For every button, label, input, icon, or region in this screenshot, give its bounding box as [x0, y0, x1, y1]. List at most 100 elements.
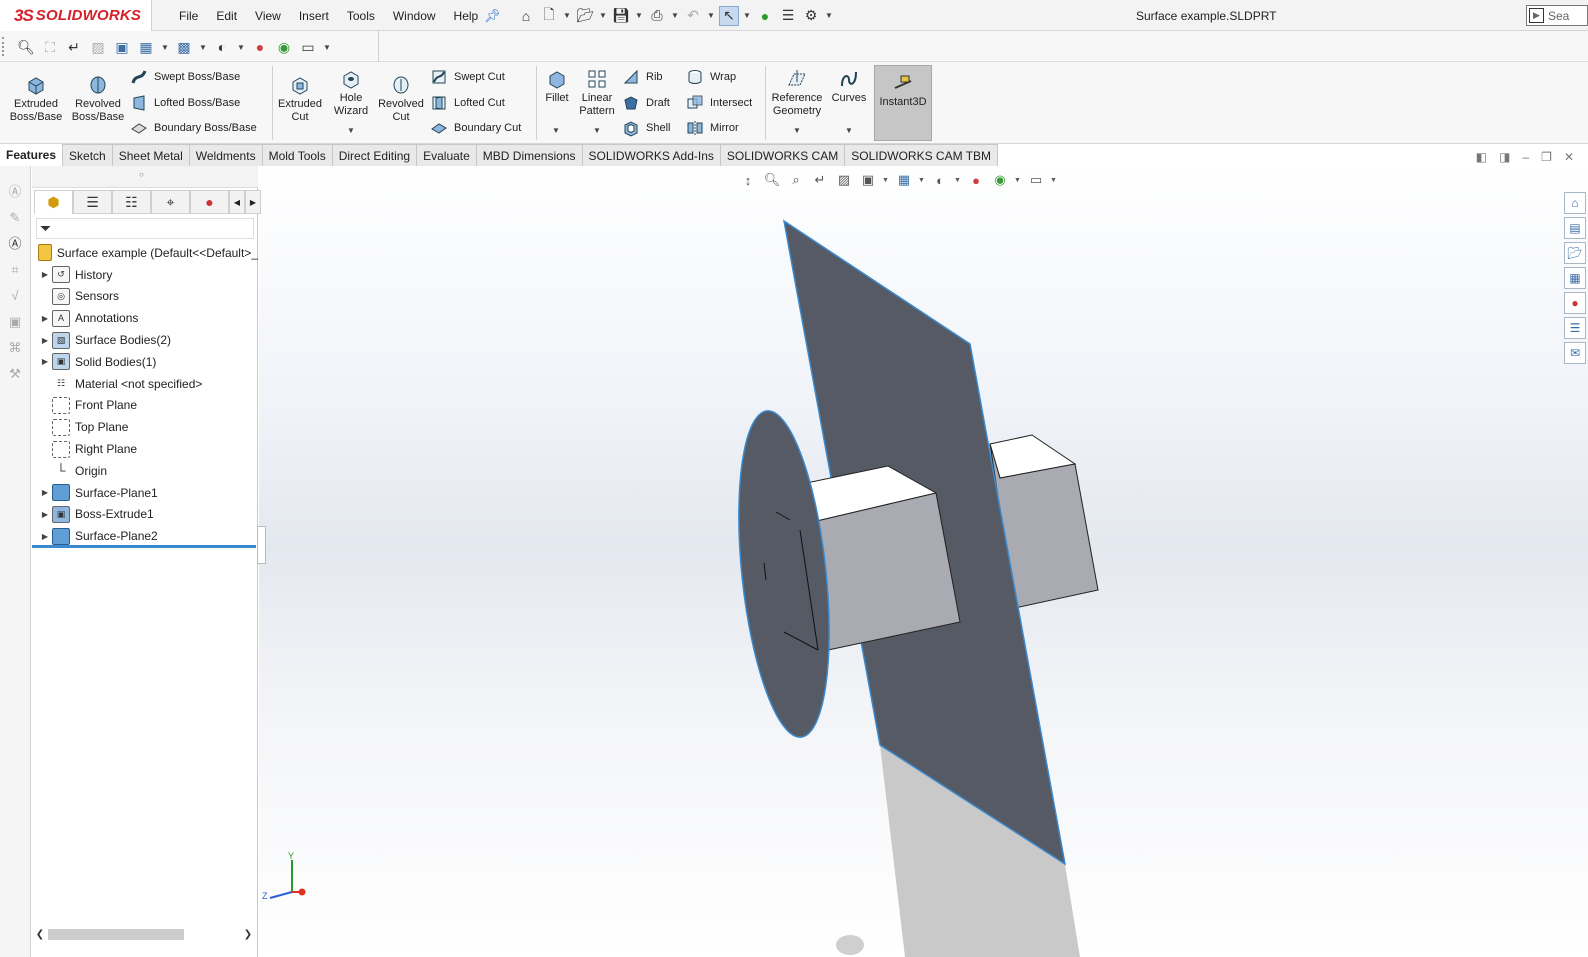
apply-scene-icon[interactable]: ◉	[274, 37, 294, 57]
lofted-cut-button[interactable]: Lofted Cut	[430, 92, 505, 114]
tab-scroll-right-icon[interactable]: ▶	[245, 190, 261, 214]
zoom-to-area-icon[interactable]: ⛶	[40, 37, 60, 57]
tree-item-surface-plane1[interactable]: ▶ Surface-Plane1	[32, 482, 258, 504]
file-properties-icon[interactable]: ☰	[778, 6, 798, 26]
reference-geometry-button[interactable]: Reference Geometry	[768, 68, 826, 118]
hide-show-arrow[interactable]: ▼	[236, 37, 246, 57]
expand-arrow-icon[interactable]: ▶	[38, 270, 52, 279]
feature-manager-tab-icon[interactable]: ⬢	[34, 190, 73, 214]
datum-icon[interactable]: ⌘	[5, 338, 25, 358]
3d-model-view[interactable]	[259, 166, 1588, 957]
extruded-cut-button[interactable]: Extruded Cut	[274, 74, 326, 124]
view-settings-icon[interactable]: ▭	[298, 37, 318, 57]
tab-solidworks-cam[interactable]: SOLIDWORKS CAM	[720, 144, 846, 166]
previous-view-icon[interactable]: ↵	[810, 170, 830, 190]
save-icon[interactable]: 💾︎	[611, 6, 631, 26]
hide-show-icon[interactable]: ◐	[212, 37, 232, 57]
swept-boss-base-button[interactable]: Swept Boss/Base	[130, 66, 240, 88]
pin-icon[interactable]: 📌︎	[484, 8, 501, 24]
expand-arrow-icon[interactable]: ▶	[38, 336, 52, 345]
dynamic-annotation-views-arrow[interactable]: ▼	[882, 177, 890, 184]
design-library-icon[interactable]: ▤	[1564, 217, 1586, 239]
expand-arrow-icon[interactable]: ▶	[38, 314, 52, 323]
menu-file[interactable]: File	[170, 9, 207, 23]
linear-pattern-dropdown-arrow[interactable]: ▼	[593, 126, 601, 135]
view-settings-arrow[interactable]: ▼	[1050, 177, 1058, 184]
reference-geometry-dropdown-arrow[interactable]: ▼	[793, 126, 801, 135]
zoom-to-fit-icon[interactable]: 🔍︎	[16, 37, 36, 57]
options-gear-icon[interactable]: ⚙	[801, 6, 821, 26]
menu-insert[interactable]: Insert	[290, 9, 338, 23]
view-orientation-icon[interactable]: ▦	[136, 37, 156, 57]
zoom-to-fit-icon[interactable]: ↕	[738, 170, 758, 190]
undo-dropdown-arrow[interactable]: ▼	[706, 6, 716, 26]
surface-finish-icon[interactable]: √	[5, 286, 25, 306]
tree-item-surface-plane2[interactable]: ▶ Surface-Plane2	[32, 525, 258, 547]
expand-arrow-icon[interactable]: ▶	[38, 510, 52, 519]
revolved-cut-button[interactable]: Revolved Cut	[376, 74, 426, 124]
rebuild-traffic-light-icon[interactable]: ●	[755, 6, 775, 26]
tree-item-front-plane[interactable]: Front Plane	[32, 395, 258, 417]
zoom-in-out-icon[interactable]: ⌕	[786, 170, 806, 190]
solidworks-logo[interactable]: 3S SOLIDWORKS	[0, 0, 152, 31]
tree-item-history[interactable]: ▶ ↺ History	[32, 264, 258, 286]
instant3d-button[interactable]: Instant3D	[874, 65, 932, 141]
dynamic-annotation-icon[interactable]: ▣	[112, 37, 132, 57]
horizontal-scrollbar[interactable]: ❮ ❯	[32, 926, 256, 942]
weld-symbol-icon[interactable]: ▣	[5, 312, 25, 332]
dimxpert-manager-tab-icon[interactable]: ⌖	[151, 190, 190, 214]
surface-plane1-face[interactable]	[725, 407, 843, 742]
panel-splitter-handle[interactable]	[257, 526, 266, 564]
draft-button[interactable]: Draft	[622, 92, 670, 114]
property-manager-tab-icon[interactable]: ☰	[73, 190, 112, 214]
rib-button[interactable]: Rib	[622, 66, 663, 88]
section-view-icon[interactable]: ▨	[834, 170, 854, 190]
scroll-left-icon[interactable]: ❮	[32, 929, 48, 940]
menu-window[interactable]: Window	[384, 9, 445, 23]
apply-scene-arrow[interactable]: ▼	[1014, 177, 1022, 184]
toolbar-grip[interactable]	[2, 37, 7, 56]
note-icon[interactable]: ✎	[5, 208, 25, 228]
tree-item-annotations[interactable]: ▶ A Annotations	[32, 307, 258, 329]
select-dropdown-arrow[interactable]: ▼	[742, 6, 752, 26]
dynamic-annotation-views-icon[interactable]: ▣	[858, 170, 878, 190]
rollback-bar[interactable]	[32, 545, 256, 548]
shell-button[interactable]: Shell	[622, 117, 670, 139]
lofted-boss-base-button[interactable]: Lofted Boss/Base	[130, 92, 240, 114]
balloon-icon[interactable]: ⌗	[5, 260, 25, 280]
restore-icon[interactable]: ❐	[1541, 150, 1552, 164]
edit-appearance-icon[interactable]: ●	[250, 37, 270, 57]
tab-evaluate[interactable]: Evaluate	[417, 144, 477, 166]
boundary-boss-base-button[interactable]: Boundary Boss/Base	[130, 117, 257, 139]
tree-item-boss-extrude1[interactable]: ▶ ▣ Boss-Extrude1	[32, 504, 258, 526]
gtol-icon[interactable]: ⚒	[5, 364, 25, 384]
display-style-icon[interactable]: ◐	[930, 170, 950, 190]
solidworks-forum-icon[interactable]: ✉	[1564, 342, 1586, 364]
fillet-button[interactable]: Fillet	[540, 68, 574, 105]
zoom-to-area-icon[interactable]: 🔍︎	[762, 170, 782, 190]
revolved-boss-base-button[interactable]: Revolved Boss/Base	[68, 74, 128, 124]
annotation-icon[interactable]: Ⓐ	[5, 234, 25, 254]
collapse-right-icon[interactable]: ◨	[1499, 150, 1510, 164]
swept-cut-button[interactable]: Swept Cut	[430, 66, 505, 88]
panel-grip-icon[interactable]: ○	[139, 170, 144, 179]
collapse-left-icon[interactable]: ◧	[1476, 150, 1487, 164]
fillet-dropdown-arrow[interactable]: ▼	[552, 126, 560, 135]
custom-properties-icon[interactable]: ☰	[1564, 317, 1586, 339]
display-style-arrow[interactable]: ▼	[954, 177, 962, 184]
tree-item-surface-bodies[interactable]: ▶ ▧ Surface Bodies(2)	[32, 329, 258, 351]
curves-button[interactable]: Curves	[828, 68, 870, 105]
tab-solidworks-cam-tbm[interactable]: SOLIDWORKS CAM TBM	[845, 144, 999, 166]
tree-item-sensors[interactable]: ◎ Sensors	[32, 286, 258, 308]
view-orientation-arrow[interactable]: ▼	[918, 177, 926, 184]
scroll-right-icon[interactable]: ❯	[240, 929, 256, 940]
print-icon[interactable]: ⎙	[647, 6, 667, 26]
linear-pattern-button[interactable]: Linear Pattern	[576, 68, 618, 118]
menu-edit[interactable]: Edit	[207, 9, 246, 23]
extruded-boss-base-button[interactable]: Extruded Boss/Base	[6, 74, 66, 124]
home-icon[interactable]: ⌂	[516, 6, 536, 26]
scroll-thumb[interactable]	[48, 928, 184, 940]
view-palette-icon[interactable]: ▦	[1564, 267, 1586, 289]
appearances-icon[interactable]: ●	[1564, 292, 1586, 314]
save-dropdown-arrow[interactable]: ▼	[634, 6, 644, 26]
